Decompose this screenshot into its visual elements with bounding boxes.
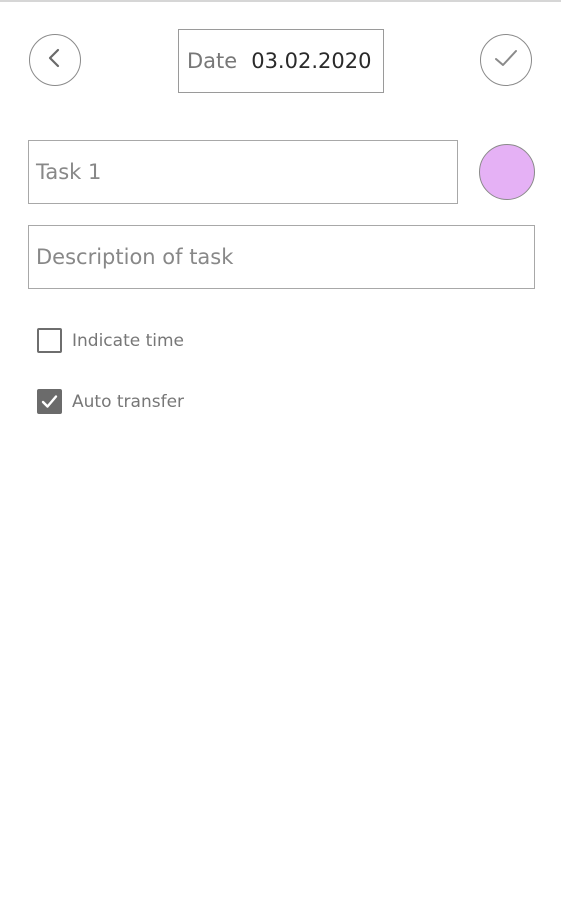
confirm-button[interactable] (480, 34, 532, 86)
task-description-field[interactable]: Description of task (28, 225, 535, 289)
task-title-field[interactable]: Task 1 (28, 140, 458, 204)
date-picker[interactable]: Date 03.02.2020 (178, 29, 384, 93)
chevron-left-icon (44, 47, 66, 73)
checkmark-icon (492, 46, 520, 74)
indicate-time-label: Indicate time (72, 330, 185, 351)
task-description-placeholder: Description of task (36, 245, 234, 269)
indicate-time-option[interactable]: Indicate time (37, 328, 184, 353)
back-button[interactable] (29, 34, 81, 86)
auto-transfer-option[interactable]: Auto transfer (37, 389, 184, 414)
date-value: 03.02.2020 (251, 49, 372, 73)
task-title-value: Task 1 (36, 160, 102, 184)
task-color-picker[interactable] (479, 144, 535, 200)
indicate-time-checkbox[interactable] (37, 328, 62, 353)
auto-transfer-label: Auto transfer (72, 391, 185, 412)
auto-transfer-checkbox[interactable] (37, 389, 62, 414)
date-label: Date (187, 49, 238, 73)
top-divider (0, 0, 561, 2)
checkbox-check-icon (41, 395, 58, 408)
